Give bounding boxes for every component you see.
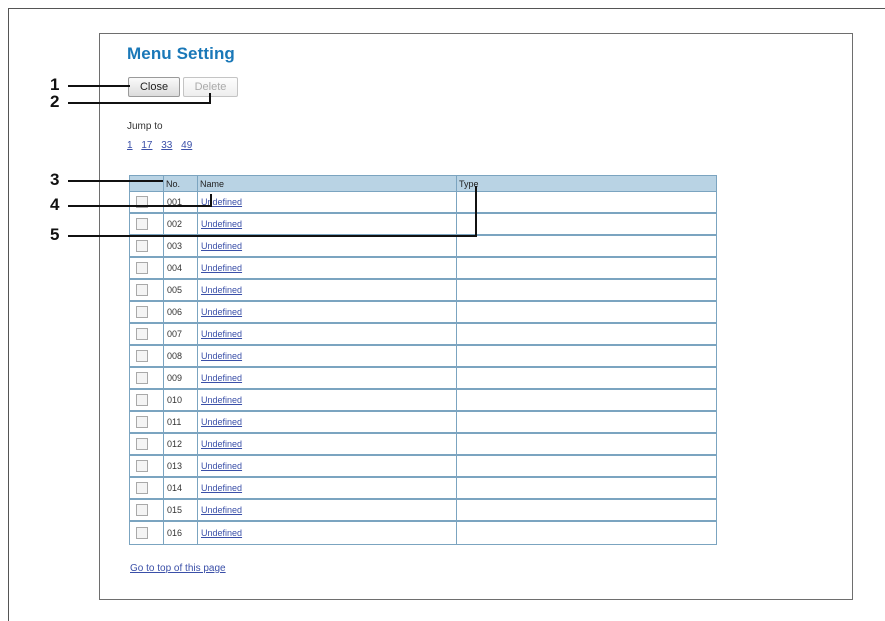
- callout-line-4: [68, 194, 212, 207]
- callout-lines: [68, 85, 477, 237]
- callout-4: 4: [50, 195, 60, 214]
- callout-5: 5: [50, 225, 60, 244]
- callout-3: 3: [50, 170, 60, 189]
- callout-line-5: [68, 186, 477, 237]
- callout-line-2: [68, 93, 211, 104]
- callout-2: 2: [50, 92, 60, 111]
